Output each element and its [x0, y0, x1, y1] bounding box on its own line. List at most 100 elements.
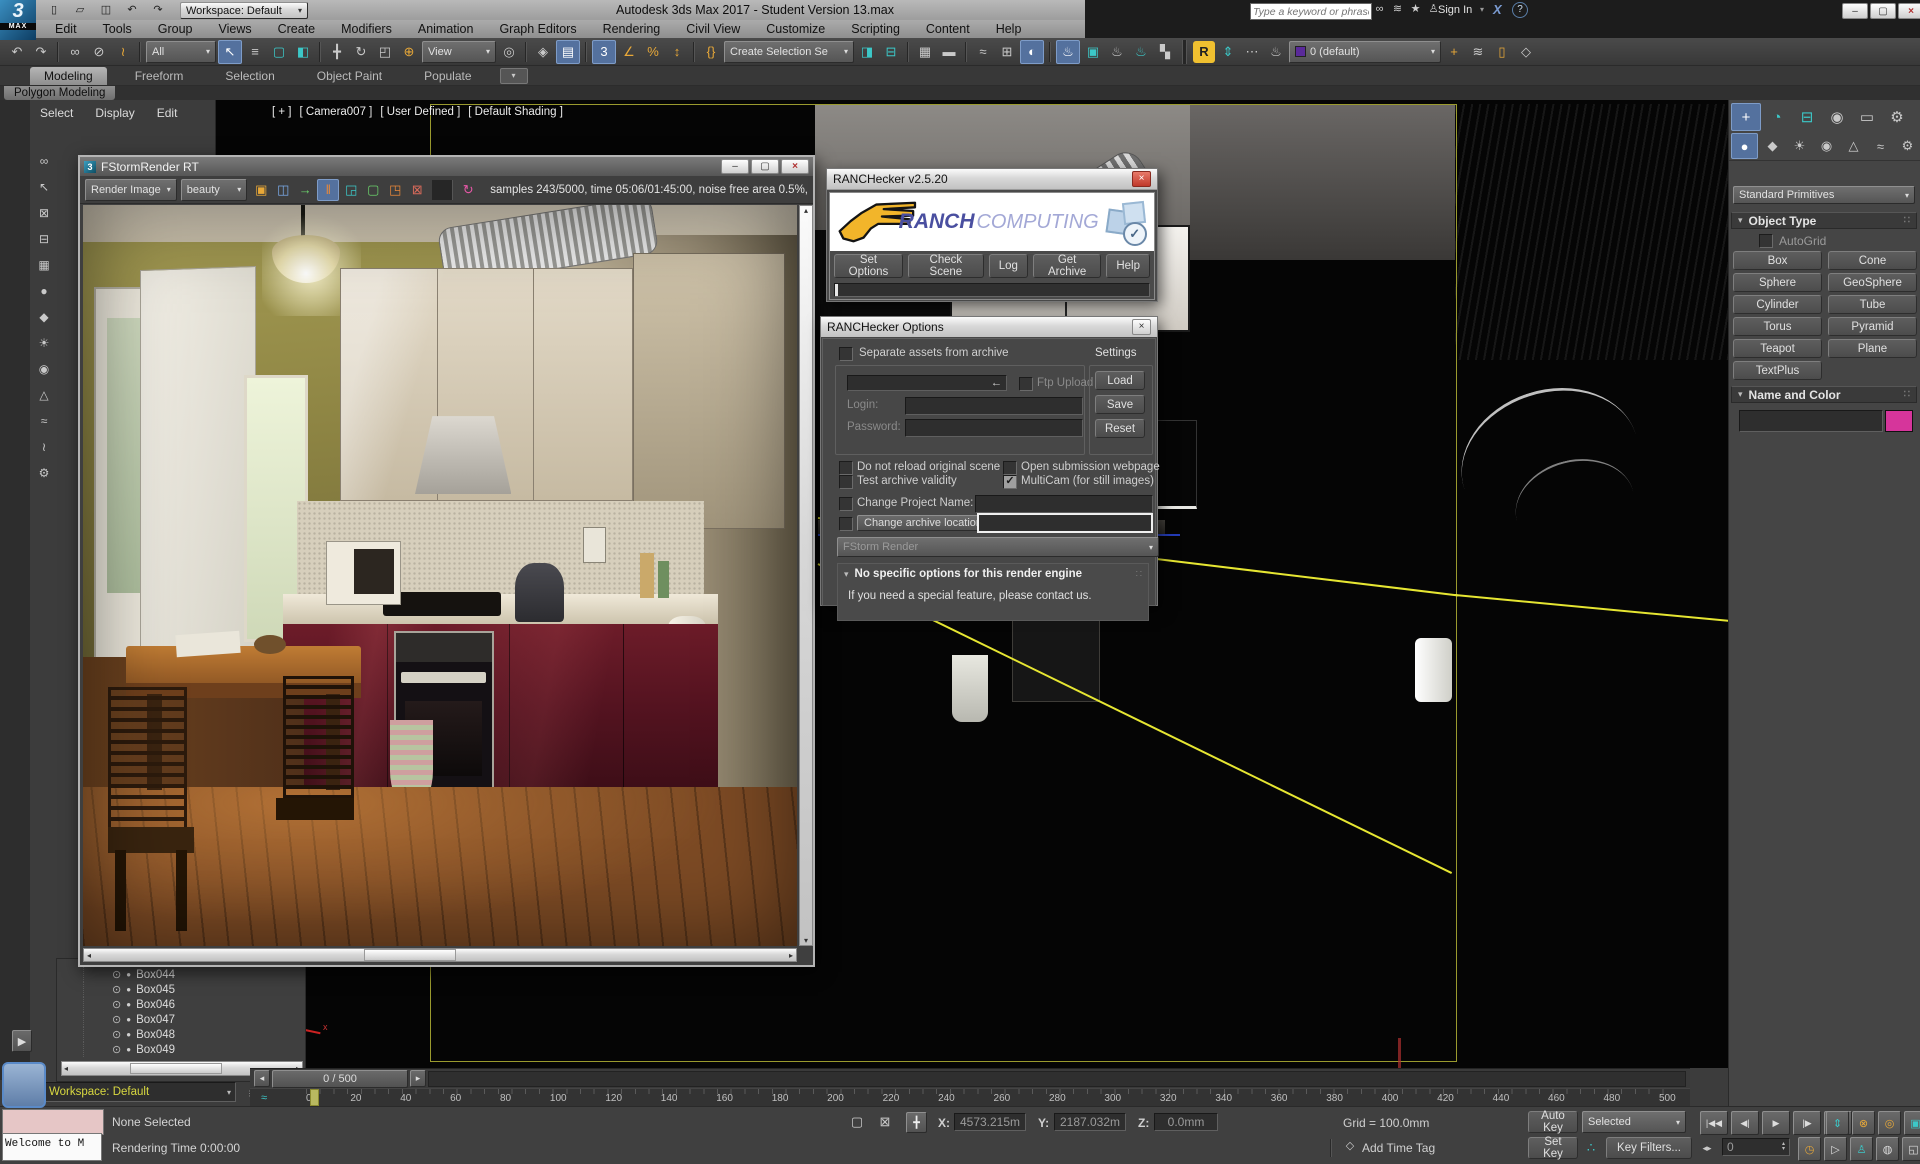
save-image-icon[interactable]: ◫ [273, 180, 293, 200]
save-buffer-icon[interactable]: ▣ [251, 180, 271, 200]
category-helpers-icon[interactable]: △ [1841, 134, 1866, 158]
object-button-cylinder[interactable]: Cylinder [1733, 295, 1822, 314]
tab-utilities-icon[interactable]: ⚙ [1883, 104, 1911, 130]
visibility-eye-icon[interactable]: ⊙ [112, 983, 121, 996]
render-production-icon[interactable]: ♨ [1106, 41, 1128, 63]
auto-key-button[interactable]: Auto Key [1528, 1111, 1578, 1133]
explorer-row[interactable]: ⊙ ● Box048 [83, 1027, 305, 1042]
explorer-select-icon[interactable]: ↖ [34, 176, 54, 197]
time-configuration-icon[interactable]: ◷ [1798, 1137, 1821, 1161]
save-file-icon[interactable]: ◫ [96, 2, 116, 17]
explorer-hierarchy-icon[interactable]: ⊟ [34, 228, 54, 249]
autogrid-checkbox[interactable] [1759, 234, 1773, 248]
set-options-button[interactable]: Set Options [834, 254, 903, 278]
selection-dot-icon[interactable]: ● [126, 1000, 131, 1009]
viewport-label-user-defined[interactable]: [ User Defined ] [380, 106, 460, 118]
x-coordinate-field[interactable]: 4573.215m [954, 1113, 1026, 1131]
zoom-extents-all-icon[interactable]: ▣ [1904, 1111, 1920, 1135]
fstorm-v-scrollbar[interactable]: ▴ ▾ [799, 205, 813, 946]
percent-snap-icon[interactable]: % [642, 41, 664, 63]
ftp-upload-checkbox[interactable] [1019, 377, 1033, 391]
viewport-label-[interactable]: [ + ] [272, 106, 292, 118]
menu-customize[interactable]: Customize [753, 20, 838, 38]
change-location-field[interactable] [977, 513, 1153, 533]
time-slider-handle[interactable]: 0 / 500 [272, 1070, 408, 1088]
archive-path-back-icon[interactable]: ← [991, 377, 1003, 389]
open-webpage-checkbox[interactable] [1003, 461, 1017, 475]
tab-modeling[interactable]: Modeling [30, 67, 107, 85]
restore-window-button[interactable]: ▢ [1870, 3, 1896, 19]
menu-edit[interactable]: Edit [42, 20, 90, 38]
pause-render-icon[interactable]: ‖ [317, 179, 339, 201]
fstorm-titlebar[interactable]: 3 FStormRender RT – ▢ × [80, 157, 813, 176]
explorer-filter-bones-icon[interactable]: ≀ [34, 436, 54, 457]
archive-path-field[interactable]: ← [847, 375, 1007, 391]
change-project-checkbox[interactable] [839, 497, 853, 511]
load-button[interactable]: Load [1095, 371, 1145, 390]
favorites-star-icon[interactable]: ★ [1408, 1, 1423, 16]
workspace-bottom-dropdown[interactable]: Workspace: Default ▾ [44, 1082, 236, 1102]
change-location-checkbox[interactable] [839, 517, 853, 531]
maxscript-listener-white[interactable]: Welcome to M [2, 1133, 102, 1161]
rendered-frame-window-icon[interactable]: ▣ [1082, 41, 1104, 63]
explorer-menu-edit[interactable]: Edit [157, 106, 178, 120]
explorer-filter-spacewarps-icon[interactable]: ≈ [34, 410, 54, 431]
rectangular-selection-region-icon[interactable]: ▢ [268, 41, 290, 63]
sign-in-button[interactable]: Sign In [1438, 4, 1472, 16]
test-archive-checkbox[interactable] [839, 475, 853, 489]
fstorm-scroll-up-icon[interactable]: ▴ [800, 206, 812, 215]
refresh-icon[interactable]: ↻ [458, 180, 478, 200]
object-button-tube[interactable]: Tube [1828, 295, 1917, 314]
explorer-filter-shapes-icon[interactable]: ◆ [34, 306, 54, 327]
new-scene-icon[interactable]: ▯ [44, 2, 64, 17]
fstorm-maximize-button[interactable]: ▢ [751, 159, 779, 174]
menu-tools[interactable]: Tools [90, 20, 145, 38]
mirror-icon[interactable]: ◨ [856, 41, 878, 63]
z-coordinate-field[interactable]: 0.0mm [1154, 1113, 1218, 1131]
viewport-layout-button[interactable] [2, 1062, 46, 1108]
maximize-viewport-toggle-icon[interactable]: ◱ [1902, 1137, 1920, 1161]
menu-content[interactable]: Content [913, 20, 983, 38]
explorer-filter-helpers-icon[interactable]: △ [34, 384, 54, 405]
object-button-geosphere[interactable]: GeoSphere [1828, 273, 1917, 292]
explorer-filter-geometry-icon[interactable]: ● [34, 280, 54, 301]
panel-flyout-button[interactable]: ▶ [12, 1030, 32, 1052]
ranchecker-titlebar[interactable]: RANCHecker v2.5.20 × [827, 169, 1157, 190]
undo-quick-icon[interactable]: ↶ [122, 2, 142, 17]
orbit-icon[interactable]: ◎ [1878, 1111, 1901, 1135]
curve-editor-icon[interactable]: ≈ [972, 41, 994, 63]
tab-freeform[interactable]: Freeform [121, 67, 198, 85]
explorer-row[interactable]: ⊙ ● Box047 [83, 1012, 305, 1027]
fstorm-scroll-thumb[interactable] [364, 949, 456, 961]
add-selection-to-layer-icon[interactable]: ≋ [1467, 41, 1489, 63]
multicam-checkbox[interactable]: ✓ [1003, 475, 1017, 489]
category-cameras-icon[interactable]: ◉ [1814, 134, 1839, 158]
engine-dropdown[interactable]: FStorm Render▾ [837, 537, 1159, 557]
next-frame-button[interactable]: |▶ [1793, 1111, 1821, 1135]
spinner-snap-icon[interactable]: ↕ [666, 41, 688, 63]
fstorm-scroll-down-icon[interactable]: ▾ [800, 936, 812, 945]
reset-button[interactable]: Reset [1095, 419, 1145, 438]
ranch-options-close-button[interactable]: × [1132, 319, 1151, 335]
go-to-start-button[interactable]: |◀◀ [1700, 1111, 1728, 1135]
fstorm-close-button[interactable]: × [781, 159, 809, 174]
add-time-tag[interactable]: Add Time Tag [1362, 1141, 1435, 1155]
explorer-filter-lights-icon[interactable]: ☀ [34, 332, 54, 353]
menu-scripting[interactable]: Scripting [838, 20, 913, 38]
menu-group[interactable]: Group [145, 20, 206, 38]
ranchecker-toolbar-icon[interactable]: R [1193, 41, 1215, 63]
visibility-eye-icon[interactable]: ⊙ [112, 998, 121, 1011]
layer-properties-icon[interactable]: ▯ [1491, 41, 1513, 63]
viewport-label-default-shading[interactable]: [ Default Shading ] [468, 106, 563, 118]
align-icon[interactable]: ⊟ [880, 41, 902, 63]
select-object-icon[interactable]: ↖ [218, 40, 242, 64]
key-filters-button[interactable]: Key Filters... [1606, 1137, 1692, 1159]
scroll-thumb[interactable] [130, 1063, 222, 1074]
selection-lock-icon[interactable]: ⊠ [876, 1113, 894, 1131]
select-and-manipulate-icon[interactable]: ◈ [532, 41, 554, 63]
tab-hierarchy-icon[interactable]: ⊟ [1793, 104, 1821, 130]
selection-region-icon[interactable]: ▢ [848, 1113, 866, 1131]
search-binoculars-icon[interactable]: ∞ [1372, 1, 1387, 16]
reference-coordinate-dropdown[interactable]: View▾ [422, 41, 496, 63]
selection-dot-icon[interactable]: ● [126, 970, 131, 979]
